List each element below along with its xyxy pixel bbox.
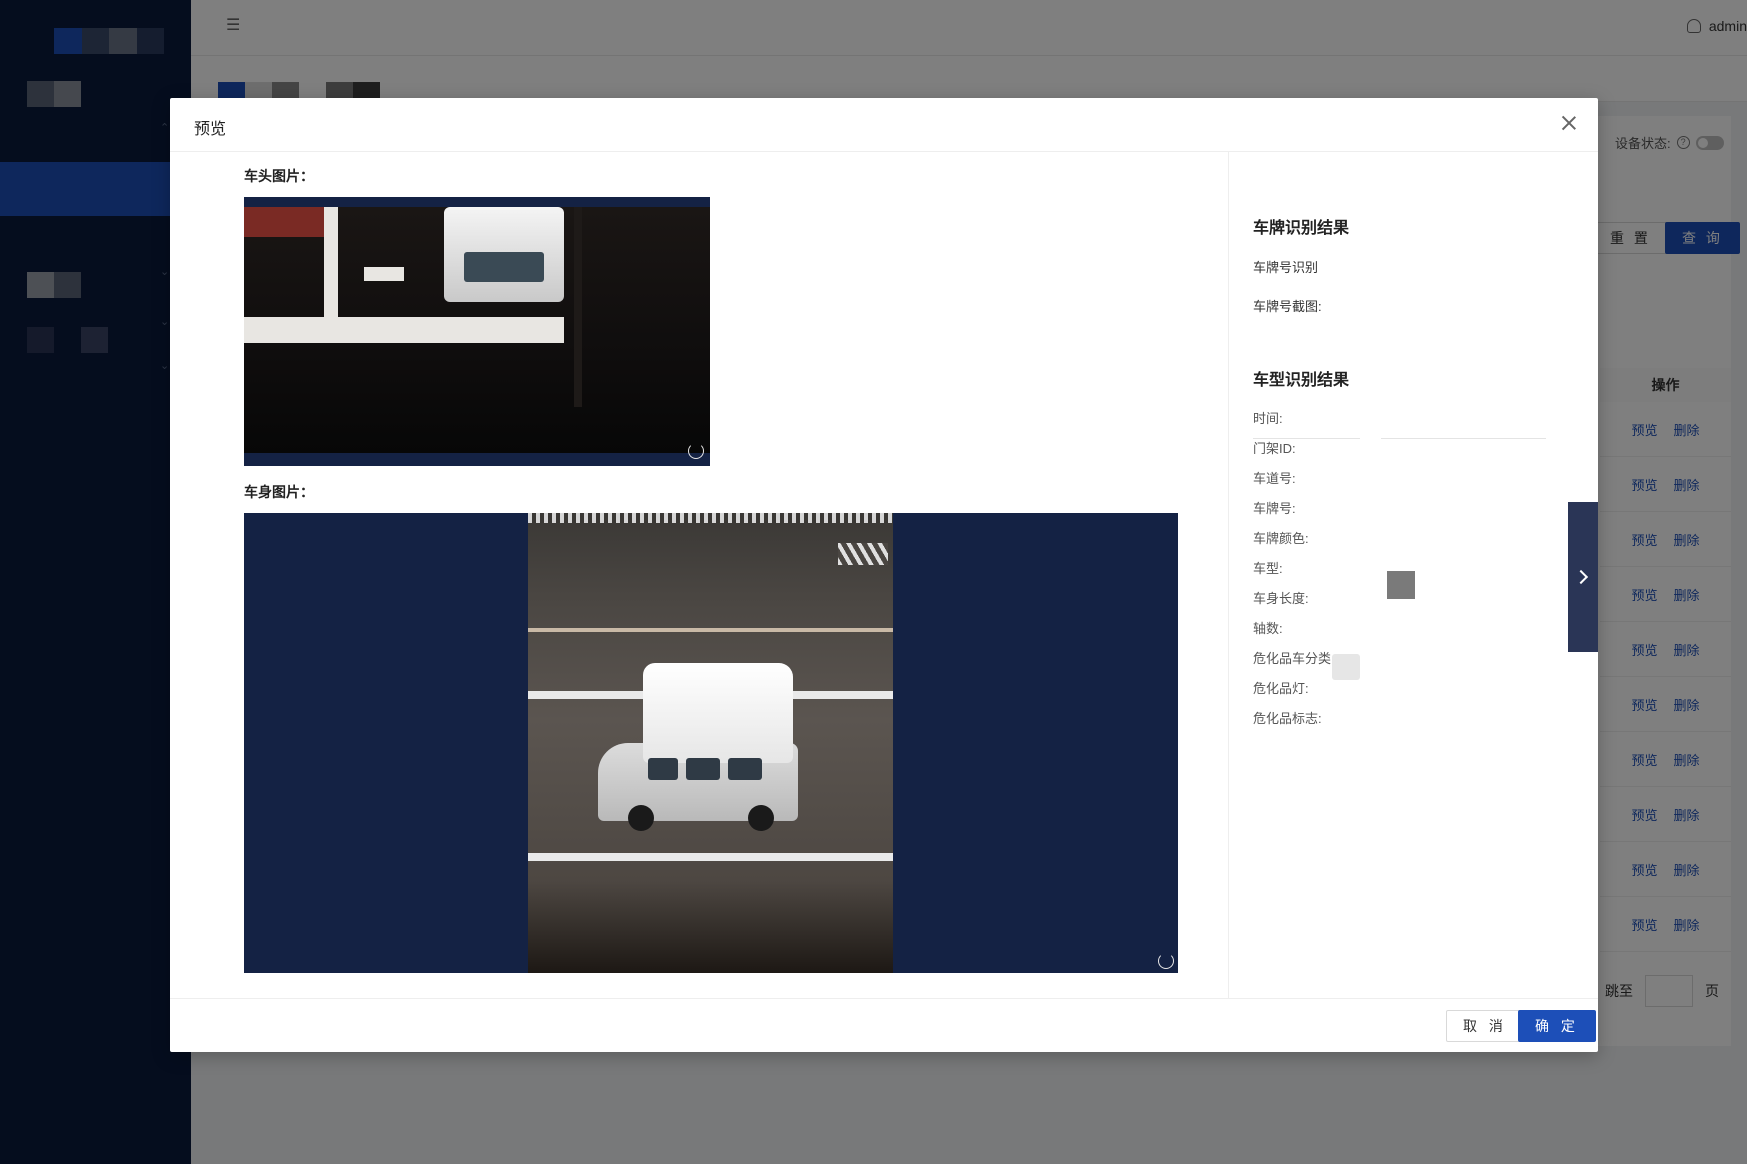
color-swatch	[1387, 571, 1415, 599]
close-icon[interactable]	[1558, 112, 1580, 134]
field-axles: 轴数:	[1253, 621, 1283, 636]
plate-crop-label: 车牌号截图:	[1253, 299, 1322, 314]
field-plate: 车牌号:	[1253, 501, 1296, 516]
ok-button[interactable]: 确 定	[1518, 1010, 1596, 1042]
field-hazmat-light: 危化品灯:	[1253, 681, 1309, 696]
rotate-icon[interactable]	[1158, 953, 1174, 969]
modal-footer: 取 消 确 定	[170, 998, 1598, 1052]
divider	[1381, 438, 1546, 439]
front-image-label: 车头图片：	[244, 168, 314, 184]
image-thumbnail	[1332, 654, 1360, 680]
cancel-button[interactable]: 取 消	[1446, 1010, 1524, 1042]
vehicle	[588, 663, 803, 833]
body-photo	[528, 513, 893, 973]
vehicle-section-title: 车型识别结果	[1253, 372, 1350, 389]
modal-title: 预览	[194, 121, 227, 138]
preview-modal: 预览 车头图片： 车身图片： 车牌识别结果 车牌号识别 车牌号截图: 车型识别结…	[170, 98, 1598, 1052]
chevron-right-icon	[1573, 569, 1589, 585]
image-area: 车头图片： 车身图片：	[170, 152, 1228, 998]
field-hazmat-sign: 危化品标志:	[1253, 711, 1322, 726]
field-body-length: 车身长度:	[1253, 591, 1309, 606]
body-image-label: 车身图片：	[244, 484, 314, 500]
field-lane: 车道号:	[1253, 471, 1296, 486]
modal-header: 预览	[170, 98, 1598, 152]
field-plate-color: 车牌颜色:	[1253, 531, 1309, 546]
field-gantry-id: 门架ID:	[1253, 441, 1296, 456]
rotate-icon[interactable]	[688, 443, 704, 459]
front-image	[244, 197, 710, 466]
field-vehicle-type: 车型:	[1253, 561, 1283, 576]
field-hazmat-class: 危化品车分类	[1253, 651, 1332, 666]
body-image	[244, 513, 1178, 973]
front-photo	[244, 207, 710, 453]
field-time: 时间:	[1253, 411, 1283, 426]
next-button[interactable]	[1568, 502, 1598, 652]
plate-section-title: 车牌识别结果	[1253, 220, 1350, 237]
plate-number-label: 车牌号识别	[1253, 260, 1319, 275]
